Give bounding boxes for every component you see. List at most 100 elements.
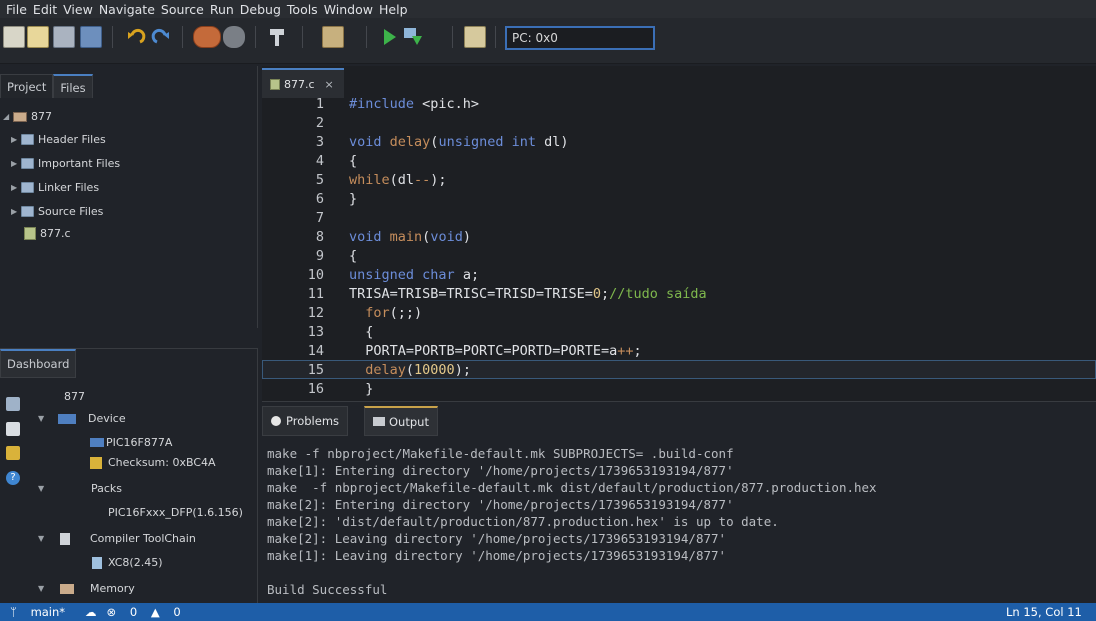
new-project-icon[interactable] xyxy=(3,26,25,48)
save-all-icon[interactable] xyxy=(80,26,102,48)
dashboard-toolbar: ? xyxy=(0,389,28,604)
close-icon[interactable]: × xyxy=(325,78,334,91)
collapsed-arrow-icon[interactable]: ▶ xyxy=(11,159,21,168)
redo-icon[interactable] xyxy=(151,26,173,48)
collapsed-arrow-icon[interactable]: ▶ xyxy=(11,207,21,216)
open-project-icon[interactable] xyxy=(53,26,75,48)
line-number: 11 xyxy=(307,286,324,302)
project-root[interactable]: ◢ 877 xyxy=(3,110,52,123)
tree-item-header-files[interactable]: ▶ Header Files xyxy=(11,133,106,146)
menu-tools[interactable]: Tools xyxy=(287,2,318,17)
expanded-arrow-icon[interactable]: ▼ xyxy=(38,534,48,543)
tab-project[interactable]: Project xyxy=(0,74,54,98)
menu-file[interactable]: File xyxy=(6,2,27,17)
code-line-9: { xyxy=(349,248,358,264)
dash-compiler[interactable]: ▼ Compiler ToolChain xyxy=(38,532,196,545)
read-device-icon[interactable] xyxy=(464,26,486,48)
build-hammer-icon[interactable] xyxy=(266,26,288,48)
run-icon[interactable] xyxy=(378,26,400,48)
code-line-16: } xyxy=(349,381,374,397)
code-line-3: void delay(unsigned int dl) xyxy=(349,134,569,150)
dash-packs[interactable]: ▼ Packs xyxy=(38,482,122,495)
line-number: 13 xyxy=(307,324,324,340)
project-root-label: 877 xyxy=(31,110,52,123)
menu-window[interactable]: Window xyxy=(324,2,373,17)
expanded-arrow-icon[interactable]: ▼ xyxy=(38,414,48,423)
expanded-arrow-icon[interactable]: ▼ xyxy=(38,584,48,593)
dash-project-name: 877 xyxy=(64,390,85,403)
mcc-icon[interactable] xyxy=(223,26,245,48)
pc-field[interactable]: PC: 0x0 xyxy=(505,26,655,50)
output-line: make[2]: Leaving directory '/home/projec… xyxy=(267,531,727,546)
line-number: 8 xyxy=(315,229,324,245)
line-number: 6 xyxy=(315,191,324,207)
folder-icon xyxy=(21,182,34,193)
menu-bar: File Edit View Navigate Source Run Debug… xyxy=(0,0,1096,18)
code-line-1: #include <pic.h> xyxy=(349,96,480,112)
document-icon[interactable] xyxy=(6,422,20,436)
menu-source[interactable]: Source xyxy=(161,2,204,17)
code-line-13: { xyxy=(349,324,374,340)
device-name-label: PIC16F877A xyxy=(106,436,173,449)
tab-problems[interactable]: Problems xyxy=(262,406,349,436)
tree-item-877c[interactable]: 877.c xyxy=(24,227,71,240)
code-line-11: TRISA=TRISB=TRISC=TRISD=TRISE=0;//tudo s… xyxy=(349,286,707,302)
dash-device[interactable]: ▼ Device xyxy=(38,412,126,425)
folder-icon xyxy=(21,206,34,217)
collapsed-arrow-icon[interactable]: ▶ xyxy=(11,183,21,192)
memory-icon xyxy=(60,583,74,594)
menu-debug[interactable]: Debug xyxy=(240,2,281,17)
compiler-icon xyxy=(92,556,102,569)
new-file-icon[interactable] xyxy=(27,26,49,48)
tree-item-linker-files[interactable]: ▶ Linker Files xyxy=(11,181,99,194)
program-device-icon[interactable] xyxy=(402,26,424,48)
line-number: 14 xyxy=(307,343,324,359)
tree-item-important-files[interactable]: ▶ Important Files xyxy=(11,157,120,170)
help-icon[interactable]: ? xyxy=(6,471,20,485)
mplab-discover-icon[interactable] xyxy=(193,26,221,48)
menu-help[interactable]: Help xyxy=(379,2,408,17)
chip-info-icon[interactable] xyxy=(6,446,20,460)
sync-icon[interactable]: ☁ xyxy=(85,605,97,619)
output-line: Build Successful xyxy=(267,582,388,597)
memory-label: Memory xyxy=(90,582,135,595)
code-line-5: while(dl--); xyxy=(349,172,447,188)
line-number: 7 xyxy=(315,210,324,226)
checksum-icon xyxy=(90,456,102,469)
expanded-arrow-icon[interactable]: ▼ xyxy=(38,484,48,493)
branch-status[interactable]: ᛘ main* xyxy=(10,605,75,619)
output-line: make[2]: 'dist/default/production/877.pr… xyxy=(267,514,779,529)
expanded-arrow-icon[interactable]: ◢ xyxy=(3,112,13,121)
tree-item-label: Source Files xyxy=(38,205,104,218)
line-number: 4 xyxy=(315,153,324,169)
tree-item-label: Important Files xyxy=(38,157,121,170)
code-line-6: } xyxy=(349,191,358,207)
clean-build-icon[interactable] xyxy=(322,26,344,48)
status-bar: ᛘ main* ☁ ⊗ 0 ▲ 0 Ln 15, Col 11 xyxy=(0,603,1096,621)
tree-item-source-files[interactable]: ▶ Source Files xyxy=(11,205,103,218)
cursor-position[interactable]: Ln 15, Col 11 xyxy=(1006,605,1082,619)
menu-navigate[interactable]: Navigate xyxy=(99,2,155,17)
code-editor[interactable]: 877.c × 1 2 3 4 5 6 7 8 9 10 11 12 13 14… xyxy=(262,66,1096,402)
tools-icon[interactable] xyxy=(6,397,20,411)
code-line-14: PORTA=PORTB=PORTC=PORTD=PORTE=a++; xyxy=(349,343,642,359)
dash-memory[interactable]: ▼ Memory xyxy=(38,582,135,595)
collapsed-arrow-icon[interactable]: ▶ xyxy=(11,135,21,144)
line-number: 15 xyxy=(307,362,324,378)
problems-status[interactable]: ⊗ 0 ▲ 0 xyxy=(107,605,191,619)
line-number: 9 xyxy=(315,248,324,264)
menu-run[interactable]: Run xyxy=(210,2,234,17)
dash-device-name: PIC16F877A xyxy=(90,436,172,449)
dash-checksum: Checksum: 0xBC4A xyxy=(90,456,216,469)
menu-view[interactable]: View xyxy=(63,2,93,17)
branch-label: main* xyxy=(30,605,66,619)
tab-files[interactable]: Files xyxy=(53,74,93,98)
dash-compiler-name: XC8(2.45) xyxy=(92,556,163,569)
tab-output[interactable]: Output xyxy=(364,406,438,436)
menu-edit[interactable]: Edit xyxy=(33,2,57,17)
undo-icon[interactable] xyxy=(124,26,146,48)
tab-dashboard[interactable]: Dashboard xyxy=(0,349,77,378)
code-line-10: unsigned char a; xyxy=(349,267,480,283)
output-panel: Problems Output make -f nbproject/Makefi… xyxy=(262,404,1096,603)
info-icon xyxy=(271,416,281,426)
